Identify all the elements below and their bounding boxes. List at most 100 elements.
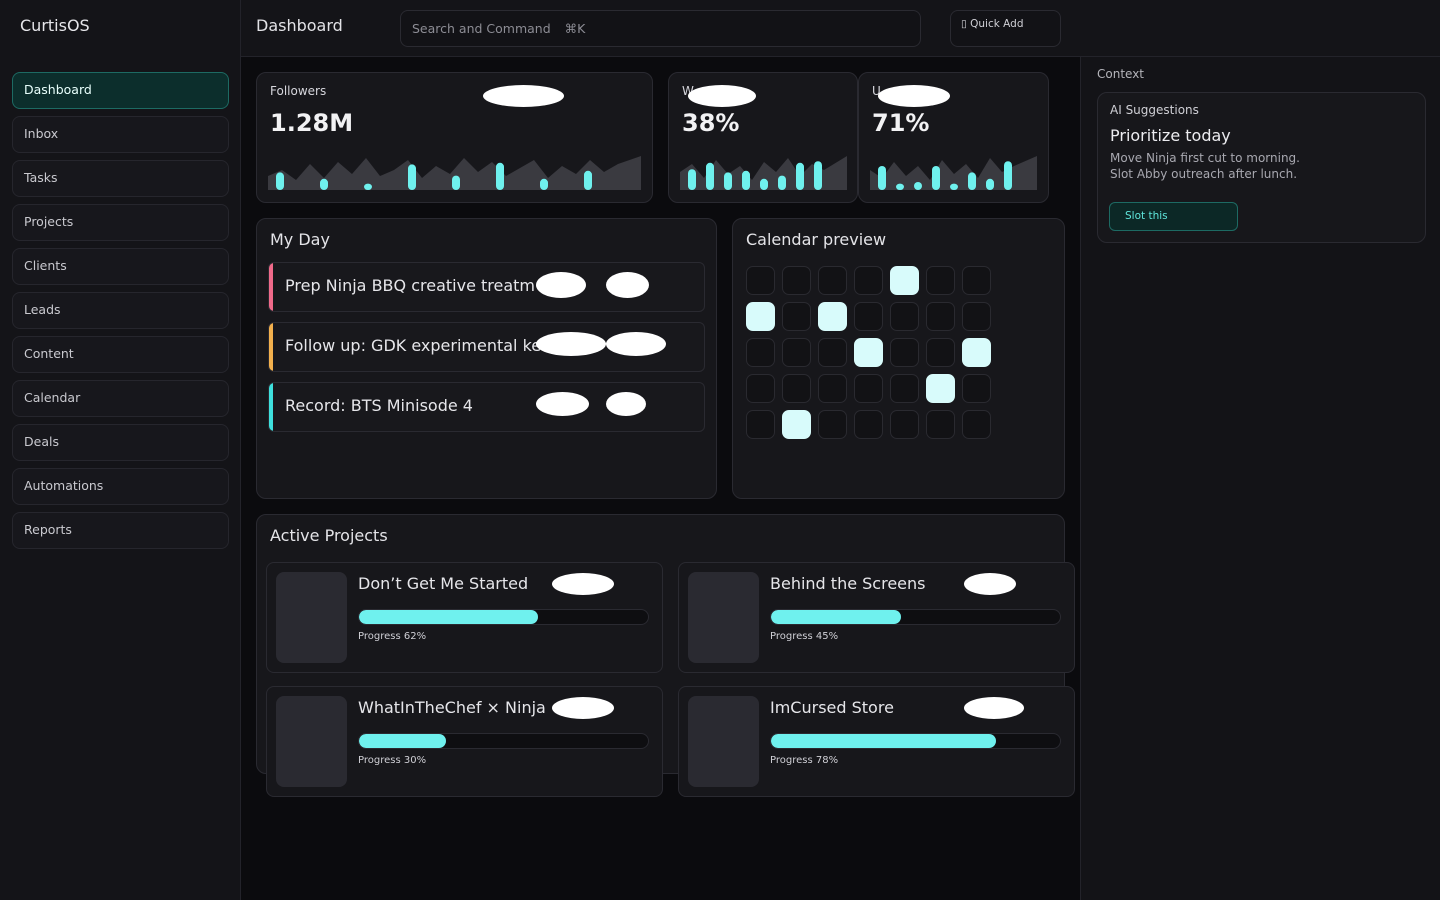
calendar-day-cell[interactable] xyxy=(818,374,847,403)
calendar-day-cell[interactable] xyxy=(962,374,991,403)
sidebar-item-reports[interactable]: Reports xyxy=(12,512,229,549)
sidebar-item-projects[interactable]: Projects xyxy=(12,204,229,241)
task-text: Prep Ninja BBQ creative treatm xyxy=(285,276,535,295)
calendar-day-cell[interactable] xyxy=(746,410,775,439)
calendar-day-cell[interactable] xyxy=(890,338,919,367)
task-priority-bar xyxy=(269,323,273,371)
sidebar-item-clients[interactable]: Clients xyxy=(12,248,229,285)
sidebar-item-calendar[interactable]: Calendar xyxy=(12,380,229,417)
slot-this-button[interactable]: Slot this xyxy=(1109,202,1238,231)
sidebar-item-dashboard[interactable]: Dashboard xyxy=(12,72,229,109)
redaction-mark xyxy=(878,85,950,107)
calendar-day-cell[interactable] xyxy=(782,338,811,367)
task-text: Follow up: GDK experimental ke xyxy=(285,336,542,355)
project-name: ImCursed Store xyxy=(770,698,894,717)
app-brand: CurtisOS xyxy=(20,16,90,35)
calendar-day-cell[interactable] xyxy=(926,410,955,439)
task-text: Record: BTS Minisode 4 xyxy=(285,396,473,415)
sidebar-item-deals[interactable]: Deals xyxy=(12,424,229,461)
stat-value: 1.28M xyxy=(270,109,354,137)
ai-suggestions-card: AI Suggestions Prioritize today Move Nin… xyxy=(1097,92,1426,243)
plus-icon: ▯ xyxy=(961,18,967,30)
calendar-day-cell[interactable] xyxy=(782,302,811,331)
calendar-day-cell[interactable] xyxy=(818,410,847,439)
project-thumbnail xyxy=(276,696,347,787)
calendar-day-cell[interactable] xyxy=(746,338,775,367)
calendar-day-cell[interactable] xyxy=(746,266,775,295)
sidebar-item-inbox[interactable]: Inbox xyxy=(12,116,229,153)
redaction-mark xyxy=(606,392,646,416)
calendar-day-cell[interactable] xyxy=(962,410,991,439)
sidebar-item-automations[interactable]: Automations xyxy=(12,468,229,505)
spark-bar xyxy=(364,183,372,190)
progress-label: Progress 62% xyxy=(358,631,427,642)
ai-suggestion-line: Slot Abby outreach after lunch. xyxy=(1110,167,1298,181)
calendar-day-cell[interactable] xyxy=(782,374,811,403)
redaction-mark xyxy=(964,573,1016,595)
calendar-day-cell[interactable] xyxy=(854,338,883,367)
calendar-day-cell[interactable] xyxy=(746,302,775,331)
calendar-day-cell[interactable] xyxy=(926,338,955,367)
calendar-day-cell[interactable] xyxy=(854,410,883,439)
calendar-day-cell[interactable] xyxy=(782,266,811,295)
calendar-day-cell[interactable] xyxy=(782,410,811,439)
sparkline-chart xyxy=(680,156,847,190)
spark-bar xyxy=(760,178,768,190)
sidebar: CurtisOS Dashboard Inbox Tasks Projects … xyxy=(0,0,241,900)
spark-bar xyxy=(688,169,696,190)
calendar-day-cell[interactable] xyxy=(854,266,883,295)
calendar-day-cell[interactable] xyxy=(854,302,883,331)
task-priority-bar xyxy=(269,263,273,311)
sidebar-item-leads[interactable]: Leads xyxy=(12,292,229,329)
calendar-preview-card: Calendar preview xyxy=(732,218,1065,499)
progress-fill xyxy=(771,734,997,748)
ai-suggestions-label: AI Suggestions xyxy=(1110,103,1199,117)
section-title: Active Projects xyxy=(270,526,388,545)
progress-bar xyxy=(358,733,649,749)
spark-bar xyxy=(452,175,460,190)
ai-suggestion-body: Move Ninja first cut to morning. Slot Ab… xyxy=(1110,150,1413,182)
calendar-day-cell[interactable] xyxy=(890,302,919,331)
stat-label: Followers xyxy=(270,84,327,98)
redaction-mark xyxy=(688,85,756,107)
calendar-day-cell[interactable] xyxy=(818,302,847,331)
quick-add-button[interactable]: ▯ Quick Add xyxy=(950,10,1061,47)
spark-bar xyxy=(276,172,284,190)
sparkline-chart xyxy=(268,156,641,190)
calendar-day-cell[interactable] xyxy=(962,302,991,331)
redaction-mark xyxy=(536,332,606,356)
calendar-day-cell[interactable] xyxy=(926,374,955,403)
spark-bar xyxy=(796,162,804,190)
calendar-day-cell[interactable] xyxy=(926,302,955,331)
calendar-day-cell[interactable] xyxy=(890,374,919,403)
quick-add-label: Quick Add xyxy=(970,18,1024,30)
spark-bar xyxy=(778,175,786,190)
context-title: Context xyxy=(1097,67,1145,81)
calendar-day-cell[interactable] xyxy=(962,266,991,295)
calendar-day-cell[interactable] xyxy=(890,266,919,295)
ai-suggestion-line: Move Ninja first cut to morning. xyxy=(1110,151,1300,165)
sidebar-item-tasks[interactable]: Tasks xyxy=(12,160,229,197)
project-card[interactable]: Don’t Get Me Started Progress 62% xyxy=(266,562,663,673)
calendar-day-cell[interactable] xyxy=(962,338,991,367)
sidebar-item-content[interactable]: Content xyxy=(12,336,229,373)
calendar-day-cell[interactable] xyxy=(854,374,883,403)
progress-bar xyxy=(770,609,1061,625)
progress-fill xyxy=(359,734,446,748)
progress-fill xyxy=(771,610,902,624)
project-card[interactable]: WhatInTheChef × Ninja Progress 30% xyxy=(266,686,663,797)
calendar-day-cell[interactable] xyxy=(746,374,775,403)
progress-fill xyxy=(359,610,539,624)
page-title: Dashboard xyxy=(256,16,343,35)
project-thumbnail xyxy=(688,572,759,663)
search-input[interactable]: Search and Command ⌘K xyxy=(400,10,921,47)
project-card[interactable]: ImCursed Store Progress 78% xyxy=(678,686,1075,797)
calendar-day-cell[interactable] xyxy=(890,410,919,439)
project-card[interactable]: Behind the Screens Progress 45% xyxy=(678,562,1075,673)
calendar-day-cell[interactable] xyxy=(818,266,847,295)
stat-value: 71% xyxy=(872,109,930,137)
spark-bar xyxy=(814,161,822,190)
stat-value: 38% xyxy=(682,109,740,137)
calendar-day-cell[interactable] xyxy=(818,338,847,367)
calendar-day-cell[interactable] xyxy=(926,266,955,295)
